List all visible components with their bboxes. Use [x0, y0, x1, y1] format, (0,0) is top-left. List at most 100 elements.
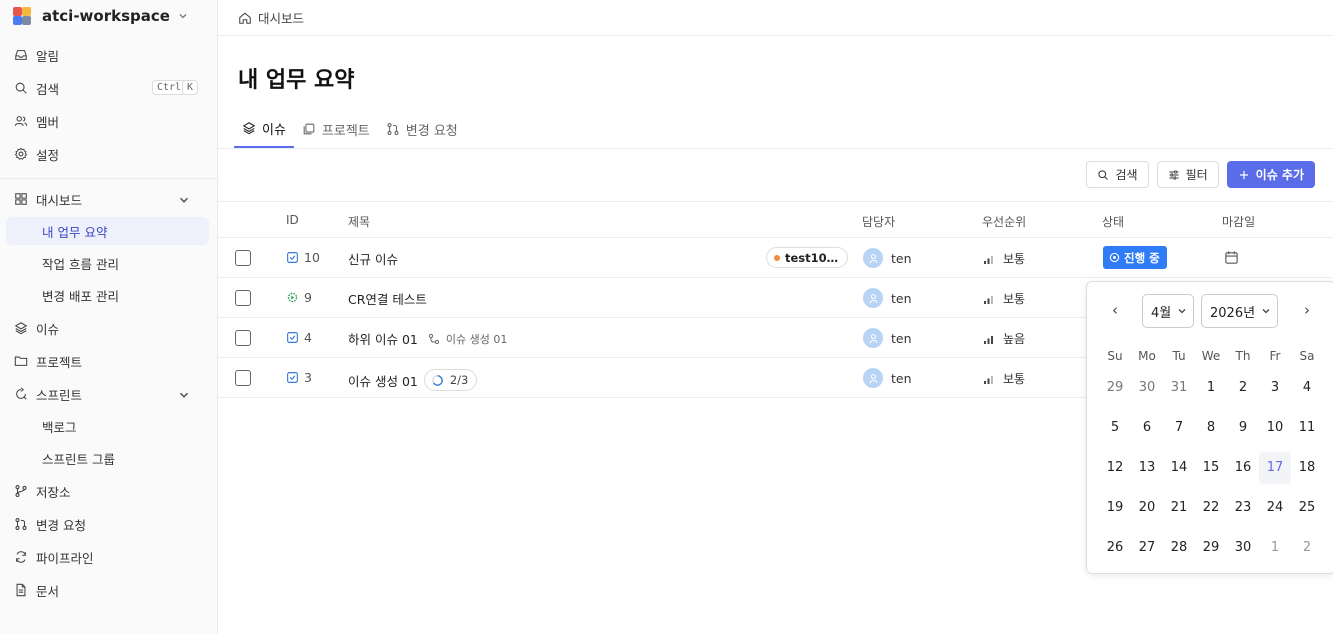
tab-change-requests[interactable]: 변경 요청 — [378, 110, 466, 148]
column-header-due[interactable]: 마감일 — [1222, 213, 1255, 230]
calendar-day[interactable]: 8 — [1195, 416, 1227, 448]
calendar-day[interactable]: 11 — [1291, 416, 1323, 448]
row-checkbox[interactable] — [235, 370, 251, 386]
table-row[interactable]: 10 신규 이슈 test10… ten 보통 진행 중 — [218, 238, 1333, 278]
sidebar-item-release[interactable]: 변경 배포 관리 — [6, 281, 209, 309]
calendar-day[interactable]: 24 — [1259, 496, 1291, 528]
calendar-day[interactable]: 13 — [1131, 456, 1163, 488]
calendar-day[interactable]: 23 — [1227, 496, 1259, 528]
assignee[interactable]: ten — [863, 368, 912, 388]
calendar-day[interactable]: 17 — [1259, 452, 1291, 484]
sidebar-item-projects[interactable]: 프로젝트 — [6, 347, 209, 375]
sidebar-item-documents[interactable]: 문서 — [6, 576, 209, 604]
column-header-title[interactable]: 제목 — [348, 213, 370, 230]
calendar-day[interactable]: 20 — [1131, 496, 1163, 528]
assignee[interactable]: ten — [863, 328, 912, 348]
sidebar-item-dashboard[interactable]: 대시보드 — [6, 185, 209, 213]
sidebar-item-backlog[interactable]: 백로그 — [6, 412, 209, 440]
issue-id: 10 — [286, 250, 320, 265]
chevron-down-icon[interactable] — [177, 193, 191, 207]
sidebar-item-notifications[interactable]: 알림 — [6, 41, 209, 69]
calendar-day[interactable]: 15 — [1195, 456, 1227, 488]
calendar-day[interactable]: 31 — [1163, 376, 1195, 408]
workspace-switcher[interactable]: atci-workspace — [0, 0, 217, 32]
column-header-status[interactable]: 상태 — [1102, 213, 1124, 230]
priority[interactable]: 높음 — [983, 330, 1025, 347]
sidebar-item-settings[interactable]: 설정 — [6, 140, 209, 168]
row-checkbox[interactable] — [235, 290, 251, 306]
add-issue-button[interactable]: 이슈 추가 — [1226, 161, 1315, 188]
calendar-day[interactable]: 4 — [1291, 376, 1323, 408]
calendar-day[interactable]: 29 — [1099, 376, 1131, 408]
calendar-day[interactable]: 1 — [1195, 376, 1227, 408]
sidebar-item-my-work-summary[interactable]: 내 업무 요약 — [6, 217, 209, 245]
calendar-day[interactable]: 26 — [1099, 536, 1131, 568]
calendar-day[interactable]: 10 — [1259, 416, 1291, 448]
sidebar-item-label: 변경 배포 관리 — [42, 288, 119, 304]
calendar-day[interactable]: 1 — [1259, 536, 1291, 568]
month-select[interactable]: 4월 — [1142, 294, 1195, 328]
calendar-day[interactable]: 28 — [1163, 536, 1195, 568]
year-select[interactable]: 2026년 — [1201, 294, 1279, 328]
chevron-down-icon[interactable] — [177, 388, 191, 402]
sidebar-item-members[interactable]: 멤버 — [6, 107, 209, 135]
calendar-day[interactable]: 30 — [1227, 536, 1259, 568]
calendar-day[interactable]: 21 — [1163, 496, 1195, 528]
calendar-day[interactable]: 12 — [1099, 456, 1131, 488]
column-header-priority[interactable]: 우선순위 — [982, 213, 1026, 230]
calendar-day[interactable]: 14 — [1163, 456, 1195, 488]
search-button-label: 검색 — [1115, 168, 1138, 182]
sidebar-item-repositories[interactable]: 저장소 — [6, 477, 209, 505]
issue-title[interactable]: 이슈 생성 01 2/3 — [348, 369, 478, 391]
search-button[interactable]: 검색 — [1086, 161, 1149, 188]
calendar-day[interactable]: 18 — [1291, 456, 1323, 488]
subtask-progress[interactable]: 2/3 — [423, 369, 478, 391]
sidebar-item-change-requests[interactable]: 변경 요청 — [6, 510, 209, 538]
tab-projects[interactable]: 프로젝트 — [294, 110, 378, 148]
table-header: ID 제목 담당자 우선순위 상태 마감일 — [218, 201, 1333, 238]
calendar-icon[interactable] — [1224, 250, 1239, 265]
priority[interactable]: 보통 — [983, 250, 1025, 267]
assignee[interactable]: ten — [863, 288, 912, 308]
calendar-day[interactable]: 30 — [1131, 376, 1163, 408]
row-checkbox[interactable] — [235, 250, 251, 266]
calendar-day[interactable]: 27 — [1131, 536, 1163, 568]
calendar-day[interactable]: 3 — [1259, 376, 1291, 408]
calendar-day[interactable]: 2 — [1227, 376, 1259, 408]
calendar-day[interactable]: 6 — [1131, 416, 1163, 448]
sidebar-item-pipelines[interactable]: 파이프라인 — [6, 543, 209, 571]
grid-icon — [15, 193, 27, 205]
prev-month-button[interactable]: ‹ — [1107, 302, 1123, 318]
calendar-day[interactable]: 7 — [1163, 416, 1195, 448]
label-tag[interactable]: test10… — [766, 247, 849, 268]
tab-issues[interactable]: 이슈 — [234, 110, 294, 148]
assignee[interactable]: ten — [863, 248, 912, 268]
calendar-day[interactable]: 5 — [1099, 416, 1131, 448]
calendar-day[interactable]: 29 — [1195, 536, 1227, 568]
parent-issue-link[interactable]: 이슈 생성 01 — [428, 331, 507, 347]
sidebar-item-search[interactable]: 검색 Ctrl K — [6, 74, 209, 102]
sidebar-item-sprints[interactable]: 스프린트 — [6, 380, 209, 408]
row-checkbox[interactable] — [235, 330, 251, 346]
sidebar-item-sprint-groups[interactable]: 스프린트 그룹 — [6, 444, 209, 472]
issue-title[interactable]: 하위 이슈 01 이슈 생성 01 — [348, 329, 507, 348]
calendar-day[interactable]: 9 — [1227, 416, 1259, 448]
calendar-day[interactable]: 25 — [1291, 496, 1323, 528]
sidebar-item-workflow[interactable]: 작업 흐름 관리 — [6, 249, 209, 277]
column-header-assignee[interactable]: 담당자 — [862, 213, 895, 230]
date-picker-popover: ‹ 4월 2026년 › Su Mo Tu We Th Fr Sa 29 30 … — [1086, 281, 1333, 574]
priority[interactable]: 보통 — [983, 370, 1025, 387]
calendar-day[interactable]: 22 — [1195, 496, 1227, 528]
status-badge[interactable]: 진행 중 — [1103, 246, 1167, 269]
priority[interactable]: 보통 — [983, 290, 1025, 307]
column-header-id[interactable]: ID — [286, 213, 299, 227]
filter-button[interactable]: 필터 — [1156, 161, 1219, 188]
sidebar-item-issues[interactable]: 이슈 — [6, 314, 209, 342]
calendar-day[interactable]: 16 — [1227, 456, 1259, 488]
next-month-button[interactable]: › — [1299, 302, 1315, 318]
breadcrumb-item-dashboard[interactable]: 대시보드 — [258, 8, 304, 27]
issue-title[interactable]: 신규 이슈 — [348, 249, 398, 268]
calendar-day[interactable]: 19 — [1099, 496, 1131, 528]
issue-title[interactable]: CR연결 테스트 — [348, 289, 427, 308]
calendar-day[interactable]: 2 — [1291, 536, 1323, 568]
